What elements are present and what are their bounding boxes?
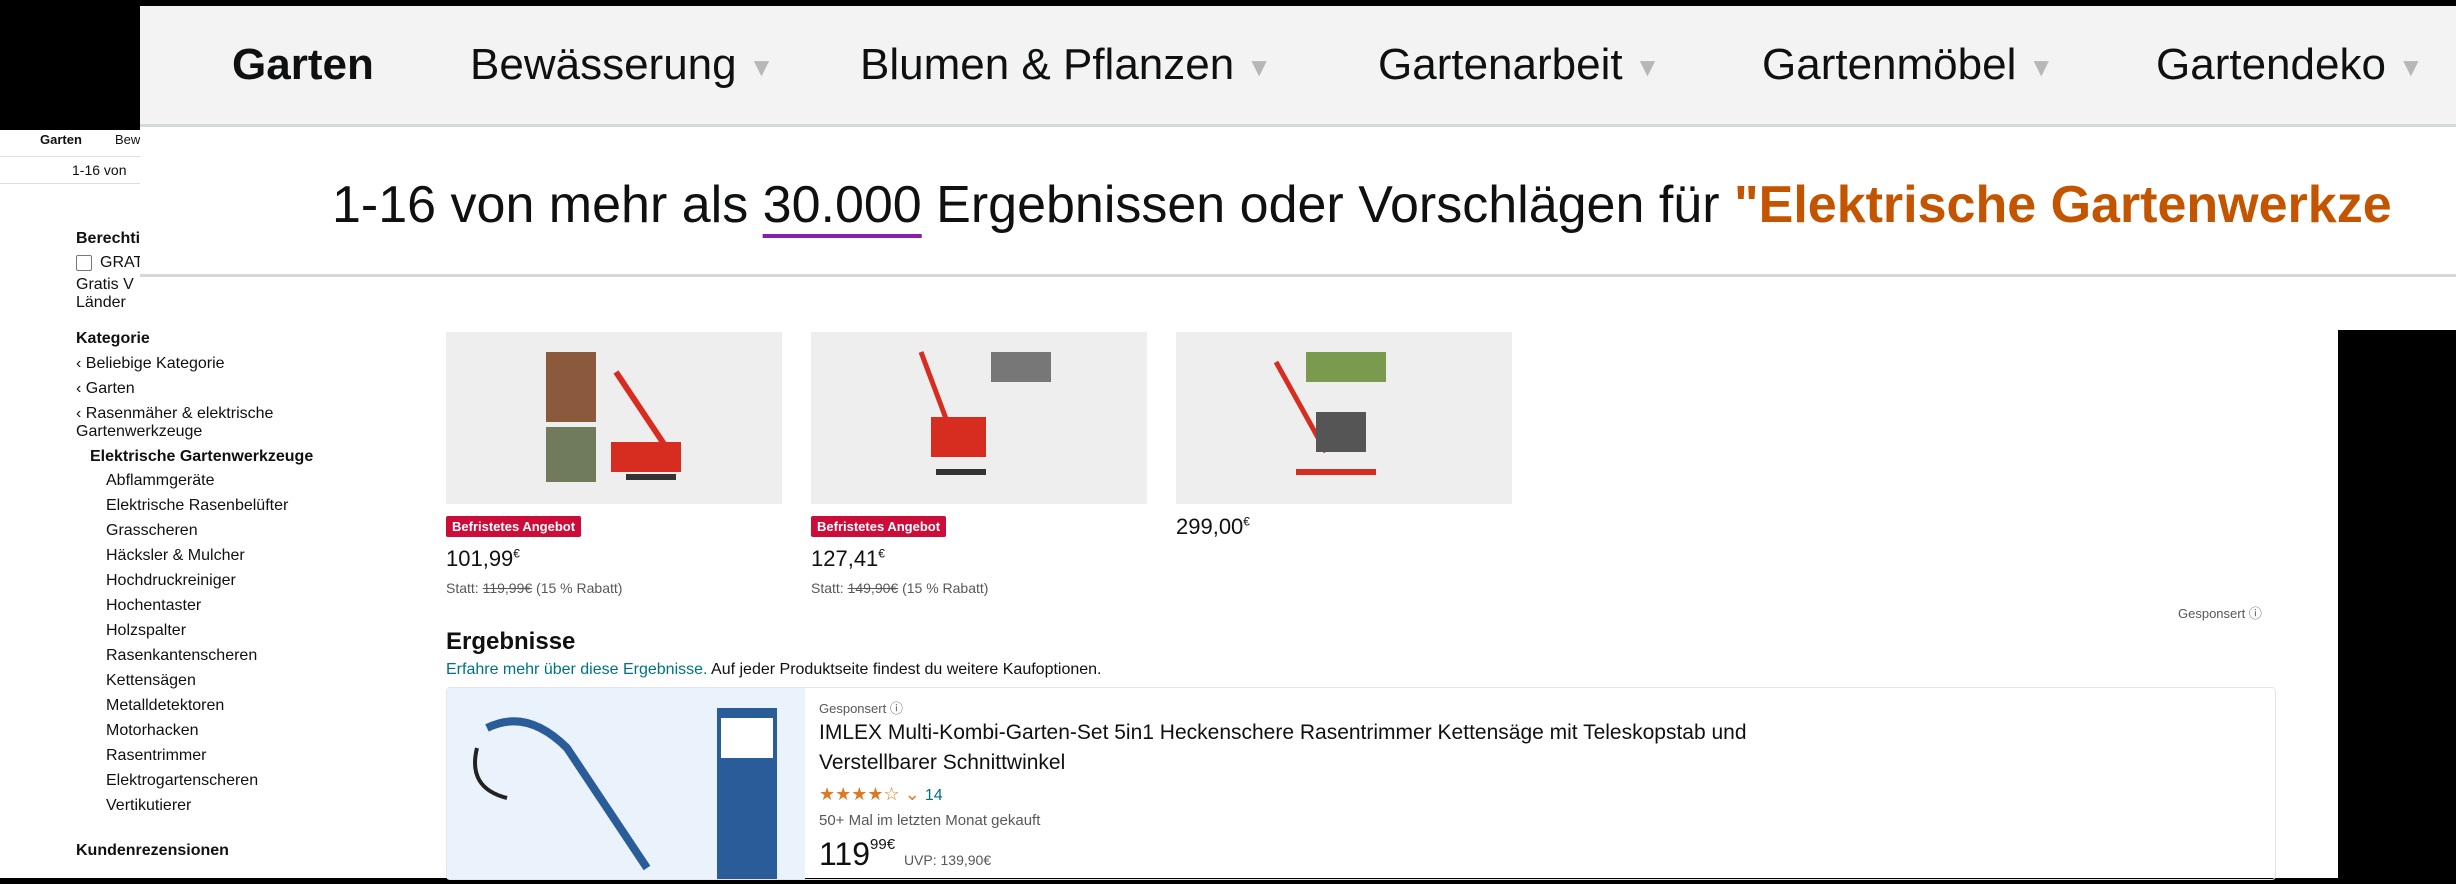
nav-blumen-pflanzen[interactable]: Blumen & Pflanzen ▼ bbox=[860, 40, 1272, 90]
results-count-text: 1-16 von mehr als 30.000 Ergebnissen ode… bbox=[332, 176, 2392, 234]
subcategory-item[interactable]: Metalldetektoren bbox=[106, 697, 224, 715]
reviews-heading: Kundenrezensionen bbox=[76, 842, 229, 859]
results-info-link[interactable]: Erfahre mehr über diese Ergebnisse. bbox=[446, 661, 707, 678]
uvp-price: UVP: 139,90€ bbox=[903, 852, 992, 868]
star-rating-icon: ★★★★☆ bbox=[819, 784, 900, 804]
category-nav: Garten Bewässerung ▼ Blumen & Pflanzen ▼ G… bbox=[140, 6, 2456, 127]
bg-nav-garten[interactable]: Garten bbox=[40, 132, 82, 147]
search-query: "Elektrische Gartenwerkze bbox=[1733, 176, 2392, 234]
limited-offer-badge: Befristetes Angebot bbox=[446, 516, 582, 537]
category-rasenmaeher[interactable]: ‹ Rasenmäher & elektrische bbox=[76, 405, 273, 423]
subcategory-item[interactable]: Kettensägen bbox=[106, 672, 196, 690]
caret-down-icon: ▼ bbox=[748, 51, 775, 82]
price[interactable]: 127,41€ bbox=[811, 546, 885, 572]
product-price[interactable]: 11999€ UVP: 139,90€ bbox=[819, 836, 991, 873]
subcategory-item[interactable]: Elektrische Rasenbelüfter bbox=[106, 497, 288, 515]
product-card[interactable]: Gesponsert ⓘ IMLEX Multi-Kombi-Garten-Se… bbox=[446, 687, 2276, 880]
tiller-image bbox=[918, 351, 1051, 475]
bought-info: 50+ Mal im letzten Monat gekauft bbox=[819, 812, 1041, 829]
gratis-checkbox[interactable] bbox=[76, 255, 92, 271]
subcategory-item[interactable]: Motorhacken bbox=[106, 722, 199, 740]
zoomed-header: Garten Bewässerung ▼ Blumen & Pflanzen ▼ G… bbox=[140, 6, 2456, 277]
bg-nav-bewaesserung[interactable]: Bew bbox=[115, 132, 140, 147]
bg-results-text: 1-16 von bbox=[72, 162, 127, 178]
subcategory-item[interactable]: Hochentaster bbox=[106, 597, 201, 615]
nav-gartendeko[interactable]: Gartendeko ▼ bbox=[2156, 40, 2424, 90]
old-price: Statt: 149,90€ (15 % Rabatt) bbox=[811, 580, 989, 596]
nav-gartenmoebel[interactable]: Gartenmöbel ▼ bbox=[1762, 40, 2054, 90]
caret-down-icon: ▼ bbox=[2028, 51, 2055, 82]
nav-garten[interactable]: Garten bbox=[232, 40, 374, 90]
price[interactable]: 299,00€ bbox=[1176, 514, 1250, 540]
berechtigt-heading: Berechti bbox=[76, 230, 141, 247]
limited-offer-badge: Befristetes Angebot bbox=[811, 516, 947, 537]
category-rasenmaeher-cont[interactable]: Gartenwerkzeuge bbox=[76, 423, 202, 441]
category-current: Elektrische Gartenwerkzeuge bbox=[90, 448, 314, 465]
sponsored-label[interactable]: Gesponsert ⓘ bbox=[2178, 603, 2262, 622]
gratis-text-2: Länder bbox=[76, 294, 126, 311]
subcategory-item[interactable]: Hochdruckreiniger bbox=[106, 572, 236, 590]
nav-bewaesserung[interactable]: Bewässerung ▼ bbox=[470, 40, 774, 90]
subcategory-item[interactable]: Rasentrimmer bbox=[106, 747, 206, 765]
kategorie-heading: Kategorie bbox=[76, 330, 150, 347]
results-count: 30.000 bbox=[762, 176, 922, 234]
black-overlay-bar bbox=[2338, 330, 2456, 878]
subcategory-item[interactable]: Rasenkantenscheren bbox=[106, 647, 257, 665]
product-sponsored-label[interactable]: Gesponsert ⓘ bbox=[819, 698, 903, 717]
sponsored-product-image[interactable] bbox=[1176, 332, 1512, 504]
sponsored-product-image[interactable] bbox=[811, 332, 1147, 504]
review-count[interactable]: 14 bbox=[925, 787, 943, 804]
product-title[interactable]: IMLEX Multi-Kombi-Garten-Set 5in1 Hecken… bbox=[819, 718, 1819, 778]
caret-down-icon: ▼ bbox=[2397, 51, 2424, 82]
subcategory-item[interactable]: Grasscheren bbox=[106, 522, 198, 540]
category-garten[interactable]: ‹ Garten bbox=[76, 380, 135, 398]
price[interactable]: 101,99€ bbox=[446, 546, 520, 572]
subcategory-item[interactable]: Holzspalter bbox=[106, 622, 186, 640]
gratis-text: Gratis V bbox=[76, 276, 134, 293]
subcategory-item[interactable]: Abflammgeräte bbox=[106, 472, 215, 490]
chevron-down-icon[interactable]: ⌄ bbox=[905, 784, 920, 804]
old-price: Statt: 119,99€ (15 % Rabatt) bbox=[446, 580, 623, 596]
subcategory-item[interactable]: Häcksler & Mulcher bbox=[106, 547, 245, 565]
caret-down-icon: ▼ bbox=[1634, 51, 1661, 82]
results-heading: Ergebnisse bbox=[446, 628, 576, 655]
garden-set-image bbox=[447, 688, 805, 879]
gratis-checkbox-label[interactable]: GRAT bbox=[100, 254, 143, 272]
category-any[interactable]: ‹ Beliebige Kategorie bbox=[76, 355, 225, 373]
caret-down-icon: ▼ bbox=[1246, 51, 1272, 82]
tiller-image bbox=[546, 352, 681, 482]
subcategory-item[interactable]: Elektrogartenscheren bbox=[106, 772, 258, 790]
rating[interactable]: ★★★★☆ ⌄ 14 bbox=[819, 784, 943, 805]
nav-gartenarbeit[interactable]: Gartenarbeit ▼ bbox=[1378, 40, 1660, 90]
results-info: Erfahre mehr über diese Ergebnisse. Auf … bbox=[446, 661, 1102, 678]
product-image[interactable] bbox=[447, 688, 805, 879]
sponsored-product-image[interactable] bbox=[446, 332, 782, 504]
subcategory-item[interactable]: Vertikutierer bbox=[106, 797, 191, 815]
results-bar: 1-16 von mehr als 30.000 Ergebnissen ode… bbox=[140, 127, 2456, 277]
tiller-image bbox=[1273, 352, 1386, 475]
